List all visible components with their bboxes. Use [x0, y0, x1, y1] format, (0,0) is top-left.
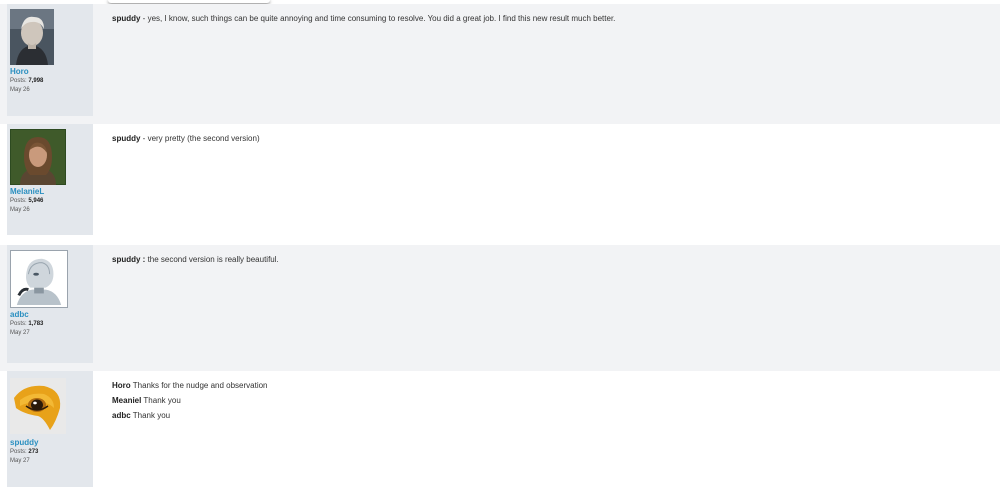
post-count: Posts: 1,783	[10, 321, 44, 327]
user-info: adbc Posts: 1,783 May 27	[7, 245, 93, 363]
post-horo: Horo Posts: 7,998 May 26 spuddy - yes, I…	[0, 4, 1000, 124]
post-body: spuddy : the second version is really be…	[93, 245, 279, 371]
avatar[interactable]	[10, 129, 66, 185]
post-line: adbc Thank you	[112, 411, 171, 420]
mention: spuddy	[112, 14, 141, 23]
user-info: MelanieL Posts: 5,946 May 26	[7, 124, 93, 235]
post-adbc: adbc Posts: 1,783 May 27 spuddy : the se…	[0, 245, 1000, 371]
avatar[interactable]	[10, 250, 68, 308]
username[interactable]: spuddy	[10, 438, 93, 448]
mention: spuddy	[112, 134, 141, 143]
post-melaniel: MelanieL Posts: 5,946 May 26 spuddy - ve…	[0, 124, 1000, 245]
post-line: spuddy - very pretty (the second version…	[112, 134, 260, 143]
post-count: Posts: 7,998	[10, 78, 44, 84]
post-body: Horo Thanks for the nudge and observatio…	[93, 371, 268, 492]
username[interactable]: MelanieL	[10, 187, 93, 197]
username[interactable]: Horo	[10, 67, 93, 77]
post-body: spuddy - yes, I know, such things can be…	[93, 4, 615, 124]
post-line: Meaniel Thank you	[112, 396, 181, 405]
post-line: spuddy : the second version is really be…	[112, 255, 279, 264]
post-spuddy: spuddy Posts: 273 May 27 Horo Thanks for…	[0, 371, 1000, 492]
mention: adbc	[112, 411, 131, 420]
user-info: Horo Posts: 7,998 May 26	[7, 4, 93, 116]
popup-edge	[108, 0, 270, 3]
post-date: May 26	[10, 87, 30, 93]
post-thread: Horo Posts: 7,998 May 26 spuddy - yes, I…	[0, 4, 1000, 492]
post-count: Posts: 5,946	[10, 198, 44, 204]
avatar[interactable]	[10, 376, 66, 436]
post-line: spuddy - yes, I know, such things can be…	[112, 14, 616, 23]
mention: spuddy :	[112, 255, 146, 264]
post-count: Posts: 273	[10, 449, 39, 455]
user-info: spuddy Posts: 273 May 27	[7, 371, 93, 487]
mention: Meaniel	[112, 396, 142, 405]
username[interactable]: adbc	[10, 310, 93, 320]
mention: Horo	[112, 381, 131, 390]
post-date: May 26	[10, 207, 30, 213]
post-body: spuddy - very pretty (the second version…	[93, 124, 260, 245]
post-date: May 27	[10, 330, 30, 336]
post-date: May 27	[10, 458, 30, 464]
avatar[interactable]	[10, 9, 54, 65]
post-line: Horo Thanks for the nudge and observatio…	[112, 381, 268, 390]
